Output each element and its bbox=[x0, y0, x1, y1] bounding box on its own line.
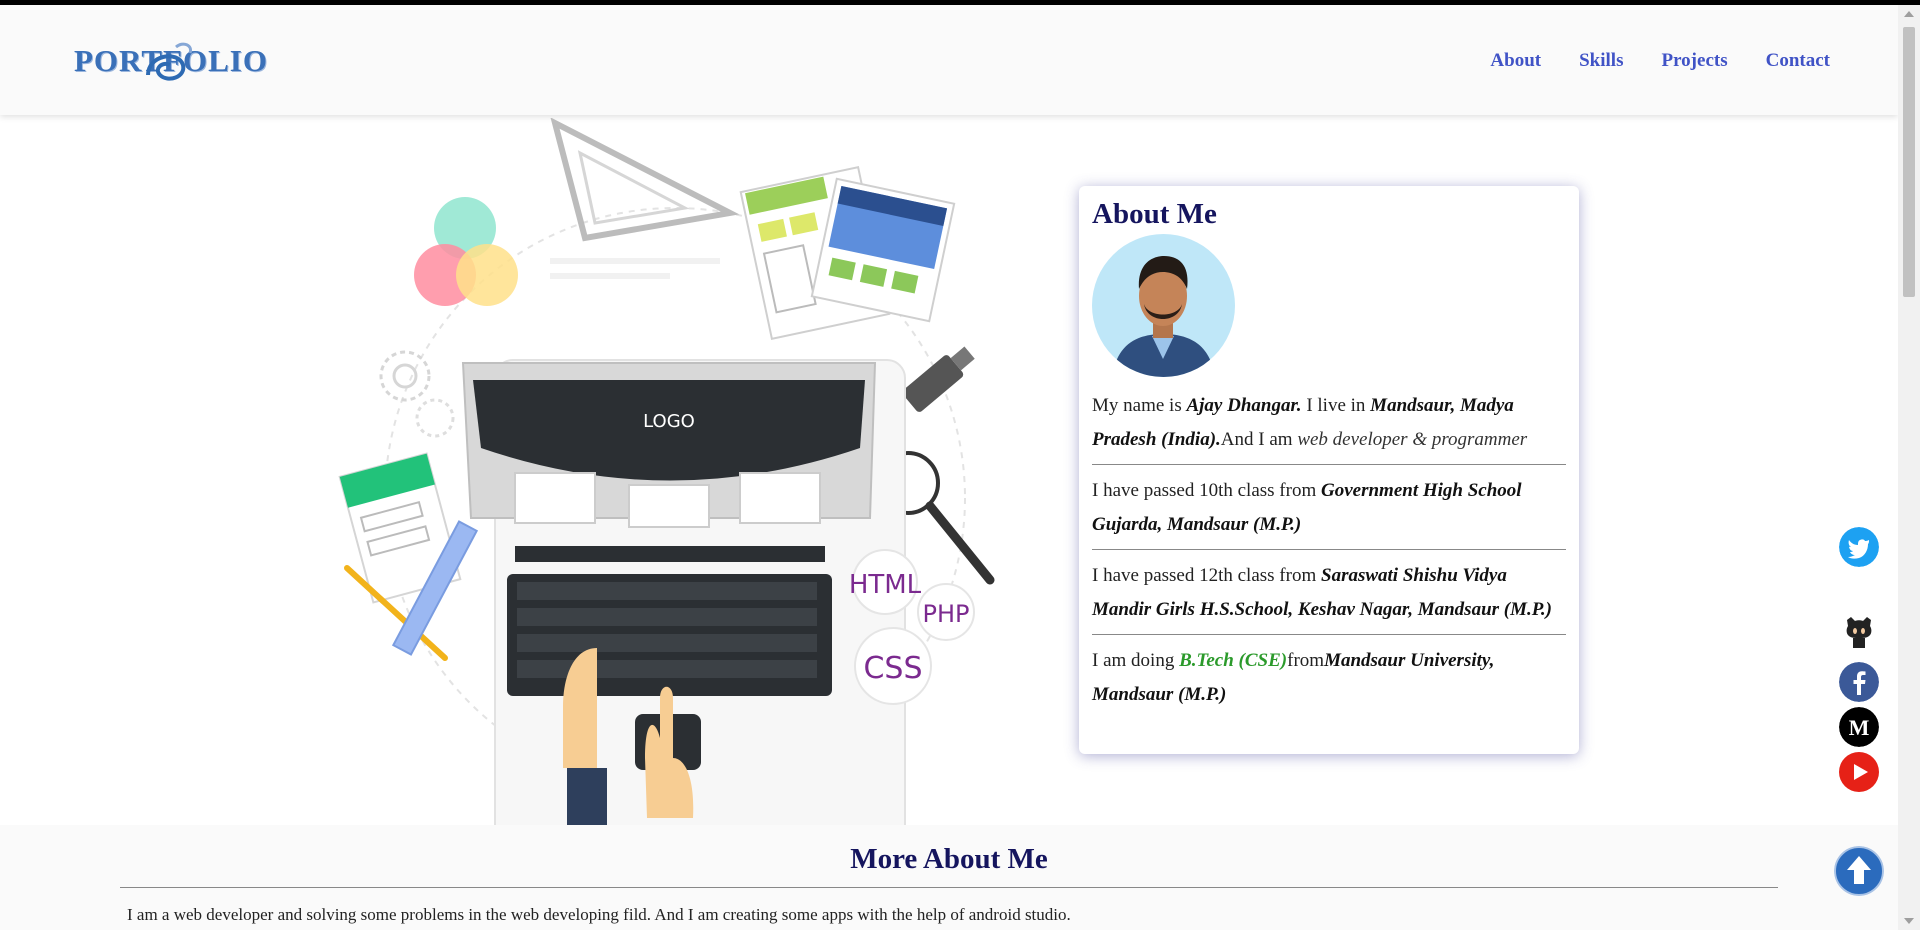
intro-text-3: And I am bbox=[1220, 429, 1298, 450]
more-about-section: More About Me I am a web developer and s… bbox=[0, 825, 1898, 930]
site-header: PORTFOLIO About Skills Projects Contact bbox=[0, 5, 1898, 115]
scroll-down-arrow-icon[interactable] bbox=[1904, 918, 1914, 924]
youtube-icon[interactable] bbox=[1839, 752, 1879, 792]
twitter-icon[interactable] bbox=[1839, 527, 1879, 567]
svg-text:M: M bbox=[1849, 715, 1870, 740]
about-degree: I am doing B.Tech (CSE)fromMandsaur Univ… bbox=[1092, 644, 1566, 719]
about-10th: I have passed 10th class from Government… bbox=[1092, 474, 1566, 549]
facebook-icon[interactable] bbox=[1839, 662, 1879, 702]
about-12th: I have passed 12th class from Saraswati … bbox=[1092, 559, 1566, 634]
intro-text-2: I live in bbox=[1301, 395, 1371, 416]
html-badge: HTML bbox=[849, 570, 922, 600]
venn-diagram-icon bbox=[414, 197, 518, 306]
github-icon[interactable] bbox=[1839, 612, 1879, 652]
12th-text: I have passed 12th class from bbox=[1092, 565, 1321, 586]
divider bbox=[1092, 464, 1566, 465]
nav-contact[interactable]: Contact bbox=[1766, 50, 1830, 72]
divider bbox=[1092, 549, 1566, 550]
intro-text-1: My name is bbox=[1092, 395, 1187, 416]
main-nav: About Skills Projects Contact bbox=[1490, 50, 1830, 72]
wireframe-documents-icon bbox=[739, 165, 956, 341]
laptop-icon: LOGO bbox=[461, 359, 906, 826]
about-intro: My name is Ajay Dhangar. I live in Mands… bbox=[1092, 389, 1566, 464]
more-about-text: I am a web developer and solving some pr… bbox=[127, 905, 1071, 924]
medium-icon[interactable]: M bbox=[1839, 707, 1879, 747]
more-about-title: More About Me bbox=[850, 843, 1048, 875]
triangle-ruler-icon bbox=[550, 118, 740, 242]
10th-text: I have passed 10th class from bbox=[1092, 480, 1321, 501]
degree-text-2: from bbox=[1287, 650, 1325, 671]
about-card: About Me My name is Ajay Dhangar. I live… bbox=[1079, 186, 1579, 754]
page-scrollbar[interactable] bbox=[1898, 5, 1920, 930]
scrollbar-thumb[interactable] bbox=[1903, 27, 1915, 297]
laptop-logo-text: LOGO bbox=[643, 411, 695, 432]
css-badge: CSS bbox=[863, 651, 922, 686]
scroll-to-top-button[interactable] bbox=[1834, 846, 1884, 896]
degree-name: B.Tech (CSE) bbox=[1179, 650, 1288, 671]
php-badge: PHP bbox=[923, 600, 970, 628]
person-role: web developer & programmer bbox=[1297, 429, 1528, 450]
divider bbox=[1092, 634, 1566, 635]
person-name: Ajay Dhangar. bbox=[1186, 395, 1302, 416]
usb-stick-icon bbox=[902, 346, 975, 412]
site-logo[interactable]: PORTFOLIO bbox=[74, 42, 268, 81]
divider bbox=[120, 887, 1778, 888]
profile-avatar bbox=[1092, 234, 1235, 377]
about-title: About Me bbox=[1092, 198, 1217, 230]
logo-swirl-icon bbox=[146, 42, 193, 81]
hero-illustration: LOGO HTML PHP CSS bbox=[338, 118, 995, 826]
scroll-up-arrow-icon[interactable] bbox=[1904, 11, 1914, 17]
nav-projects[interactable]: Projects bbox=[1661, 50, 1727, 72]
nav-about[interactable]: About bbox=[1490, 50, 1541, 72]
degree-text-1: I am doing bbox=[1092, 650, 1180, 671]
nav-skills[interactable]: Skills bbox=[1579, 50, 1623, 72]
